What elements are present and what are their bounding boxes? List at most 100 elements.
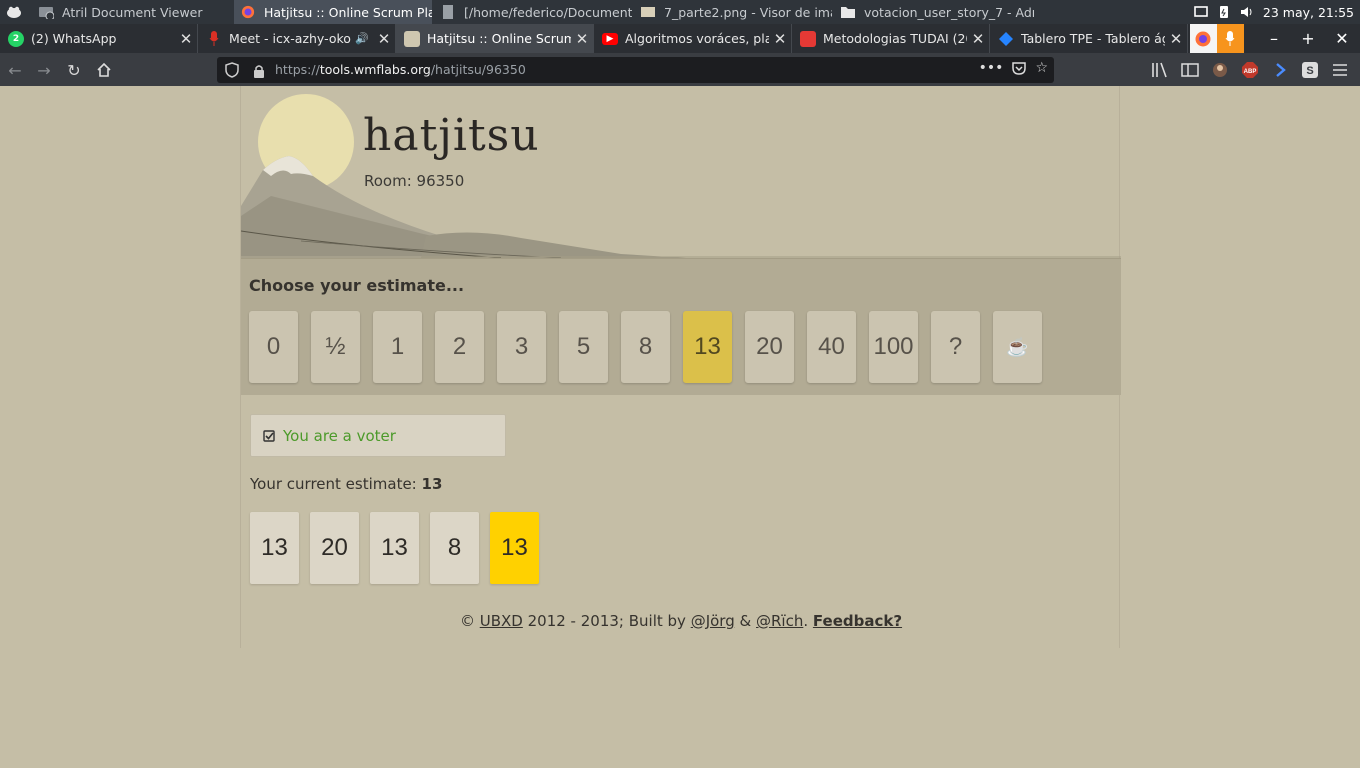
url-host: tools.wmflabs.org — [319, 62, 431, 77]
tab-meet[interactable]: Meet - icx-azhy-oko 🔊 ✕ — [198, 24, 396, 53]
url-path: /hatjitsu/96350 — [430, 62, 526, 77]
close-tab-icon[interactable]: ✕ — [769, 30, 791, 48]
app-container: hatjitsu Room: 96350 Choose your estimat… — [240, 86, 1121, 648]
extension-arrow-icon[interactable] — [1270, 60, 1290, 80]
taskbar-item-files[interactable]: [/home/federico/Document... — [434, 0, 632, 24]
firefox-extension-button[interactable] — [1190, 24, 1217, 53]
forward-arrow-icon[interactable]: → — [31, 57, 57, 83]
estimate-card[interactable]: 8 — [621, 311, 670, 383]
tab-whatsapp[interactable]: 2 (2) WhatsApp ✕ — [0, 24, 198, 53]
hamburger-menu-icon[interactable] — [1330, 60, 1350, 80]
voter-toggle[interactable]: You are a voter — [250, 414, 506, 457]
estimate-card[interactable]: 40 — [807, 311, 856, 383]
toolbar-icons: ABP S — [1150, 57, 1360, 83]
close-tab-icon[interactable]: ✕ — [1165, 30, 1187, 48]
estimate-title: Choose your estimate... — [249, 276, 465, 295]
rich-link[interactable]: @Rïch — [756, 612, 803, 630]
footer-years: 2012 - 2013; Built by — [527, 612, 686, 630]
estimate-card[interactable]: 5 — [559, 311, 608, 383]
checkbox-checked-icon — [263, 429, 275, 442]
estimate-card[interactable]: 2 — [435, 311, 484, 383]
battery-icon[interactable] — [1217, 5, 1231, 19]
estimate-card-selected[interactable]: 13 — [683, 311, 732, 383]
tab-label: Hatjitsu :: Online Scrum Plan — [427, 31, 571, 46]
taskbar-item-hatjitsu[interactable]: Hatjitsu :: Online Scrum Plan... — [234, 0, 432, 24]
taskbar-item-label: Atril Document Viewer — [62, 4, 203, 20]
recording-indicator[interactable] — [1217, 24, 1244, 53]
estimate-card[interactable]: 0 — [249, 311, 298, 383]
tab-metodologias[interactable]: Metodologias TUDAI (2021) ✕ — [792, 24, 990, 53]
footer-amp: & — [739, 612, 752, 630]
volume-icon[interactable] — [1240, 5, 1254, 19]
feedback-link[interactable]: Feedback? — [813, 612, 902, 630]
library-icon[interactable] — [1150, 60, 1170, 80]
microphone-icon — [1222, 30, 1238, 47]
minimize-icon[interactable]: – — [1257, 24, 1291, 53]
footer-dot: . — [803, 612, 809, 630]
tab-label: Tablero TPE - Tablero ágil — [1021, 31, 1165, 46]
estimate-card[interactable]: 20 — [745, 311, 794, 383]
speaker-icon[interactable]: 🔊 — [355, 32, 373, 45]
reader-sidebar-icon[interactable] — [1180, 60, 1200, 80]
url-text[interactable]: https://tools.wmflabs.org/hatjitsu/96350 — [275, 62, 526, 77]
estimate-panel: Choose your estimate... 0 ½ 1 2 3 5 8 13… — [241, 258, 1121, 395]
taskbar-item-folder[interactable]: votacion_user_story_7 - Adm... — [834, 0, 1034, 24]
estimate-card[interactable]: 3 — [497, 311, 546, 383]
current-estimate: Your current estimate: 13 — [250, 475, 442, 493]
maximize-icon[interactable]: + — [1291, 24, 1325, 53]
hatjitsu-favicon-icon — [404, 30, 420, 47]
clock[interactable]: 23 may, 21:55 — [1263, 5, 1354, 20]
current-estimate-label: Your current estimate: — [250, 475, 417, 493]
close-tab-icon[interactable]: ✕ — [571, 30, 593, 48]
reload-icon[interactable]: ↻ — [61, 57, 87, 83]
image-icon — [640, 5, 656, 19]
vote-card: 13 — [250, 512, 299, 584]
estimate-card[interactable]: 100 — [869, 311, 918, 383]
system-tray: 23 may, 21:55 — [1194, 0, 1360, 24]
tab-hatjitsu[interactable]: Hatjitsu :: Online Scrum Plan ✕ — [396, 24, 594, 53]
taskbar-item-label: 7_parte2.png - Visor de imá... — [664, 4, 832, 20]
home-icon[interactable] — [91, 57, 117, 83]
tab-label: (2) WhatsApp — [31, 31, 117, 46]
whatsapp-icon: 2 — [8, 30, 24, 47]
os-taskbar: Atril Document Viewer Hatjitsu :: Online… — [0, 0, 1360, 24]
estimate-card[interactable]: 1 — [373, 311, 422, 383]
taskbar-item-label: votacion_user_story_7 - Adm... — [864, 4, 1034, 20]
close-tab-icon[interactable]: ✕ — [967, 30, 989, 48]
close-window-icon[interactable]: ✕ — [1325, 24, 1359, 53]
microphone-icon — [206, 30, 222, 47]
tab-youtube[interactable]: ▶ Algoritmos voráces, planificación ✕ — [594, 24, 792, 53]
copyright-symbol: © — [459, 612, 475, 630]
estimate-card[interactable]: ½ — [311, 311, 360, 383]
youtube-icon: ▶ — [602, 32, 618, 45]
close-tab-icon[interactable]: ✕ — [175, 30, 197, 48]
adblock-icon[interactable]: ABP — [1240, 60, 1260, 80]
footer: © UBXD 2012 - 2013; Built by @Jörg & @Rï… — [241, 612, 1121, 630]
bookmark-star-icon[interactable]: ☆ — [1035, 60, 1048, 80]
display-icon[interactable] — [1194, 5, 1208, 19]
tab-label: Meet - icx-azhy-oko — [229, 31, 351, 46]
address-bar[interactable]: https://tools.wmflabs.org/hatjitsu/96350… — [217, 57, 1054, 83]
taskbar-item-atril[interactable]: Atril Document Viewer — [32, 0, 232, 24]
tracking-shield-icon[interactable] — [225, 62, 239, 78]
svg-text:ABP: ABP — [1244, 69, 1257, 75]
svg-text:S: S — [1306, 65, 1313, 77]
taskbar-item-label: Hatjitsu :: Online Scrum Plan... — [264, 4, 432, 20]
document-viewer-icon — [38, 5, 55, 21]
calendar-icon — [800, 30, 816, 47]
page-actions-icon[interactable]: ••• — [979, 60, 1004, 80]
account-avatar-icon[interactable] — [1210, 60, 1230, 80]
coffee-break-card[interactable]: ☕ — [993, 311, 1042, 383]
jorg-link[interactable]: @Jörg — [691, 612, 735, 630]
file-icon — [440, 5, 456, 19]
extension-s-icon[interactable]: S — [1300, 60, 1320, 80]
back-arrow-icon[interactable]: ← — [2, 57, 28, 83]
pocket-icon[interactable] — [1011, 60, 1027, 80]
lock-icon[interactable] — [253, 63, 265, 78]
taskbar-item-image-viewer[interactable]: 7_parte2.png - Visor de imá... — [634, 0, 832, 24]
estimate-card[interactable]: ? — [931, 311, 980, 383]
os-menu-icon[interactable] — [0, 0, 28, 24]
ubxd-link[interactable]: UBXD — [480, 612, 523, 630]
close-tab-icon[interactable]: ✕ — [373, 30, 395, 48]
tab-jira[interactable]: Tablero TPE - Tablero ágil ✕ — [990, 24, 1188, 53]
